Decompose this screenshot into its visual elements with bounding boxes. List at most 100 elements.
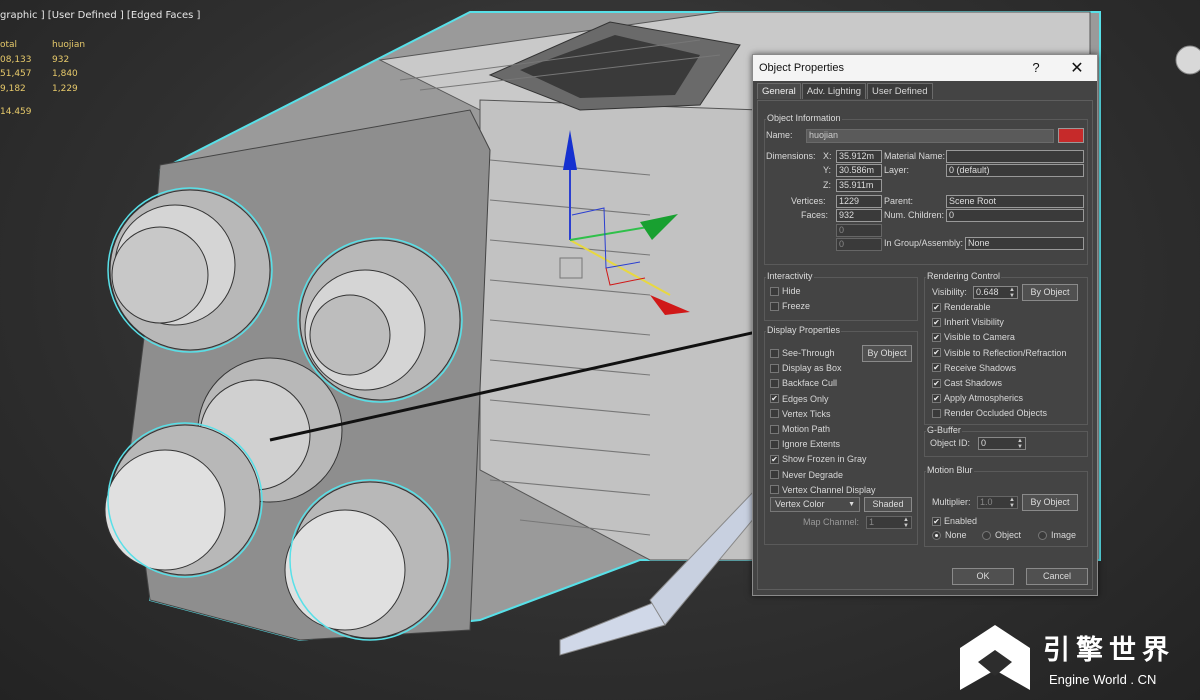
checkbox-box: ✔: [932, 516, 941, 526]
layer-field[interactable]: 0 (default): [946, 164, 1084, 177]
help-button[interactable]: ?: [1029, 60, 1043, 75]
motion-blur-enabled-checkbox[interactable]: ✔ Enabled: [932, 515, 977, 527]
shaded-button[interactable]: Shaded: [864, 497, 912, 512]
parent-label: Parent:: [884, 196, 914, 206]
visibility-label: Visibility:: [932, 287, 967, 297]
tab-adv-lighting[interactable]: Adv. Lighting: [801, 83, 867, 99]
option-checkbox[interactable]: Motion Path: [770, 423, 830, 435]
tab-user-defined[interactable]: User Defined: [867, 83, 933, 99]
radio-dot: [932, 530, 941, 540]
freeze-checkbox[interactable]: Freeze: [770, 300, 810, 312]
option-checkbox[interactable]: ✔ Visible to Reflection/Refraction: [932, 347, 1066, 359]
checkbox-box: [770, 439, 779, 449]
radio-object[interactable]: Object: [982, 530, 1021, 540]
checkbox-label: Cast Shadows: [944, 378, 1003, 388]
group-assembly-field[interactable]: None: [965, 237, 1084, 250]
radio-dot: [982, 530, 991, 540]
option-checkbox[interactable]: ✔ Cast Shadows: [932, 377, 1002, 389]
material-name-label: Material Name:: [884, 151, 946, 161]
rendering-by-object-button[interactable]: By Object: [1022, 284, 1078, 301]
group-label: Interactivity: [766, 271, 814, 281]
dialog-titlebar[interactable]: Object Properties ? ✕: [753, 55, 1097, 81]
stat-value: 1,840: [52, 69, 78, 79]
name-field[interactable]: huojian: [806, 129, 1054, 143]
option-checkbox[interactable]: Backface Cull: [770, 377, 837, 389]
spinner-arrows-icon[interactable]: ▲ ▼: [1017, 438, 1023, 450]
checkbox-label: Inherit Visibility: [944, 317, 1004, 328]
checkbox-box: [770, 470, 779, 480]
dimension-y-field[interactable]: 30.586m: [836, 164, 882, 177]
radio-label: Object: [995, 530, 1022, 540]
radio-dot: [1038, 530, 1047, 540]
group-label: Display Properties: [766, 325, 842, 335]
spinner-arrows-icon[interactable]: ▲ ▼: [903, 517, 909, 529]
parent-field[interactable]: Scene Root: [946, 195, 1084, 208]
spinner-arrows-icon[interactable]: ▲ ▼: [1009, 287, 1015, 299]
option-checkbox[interactable]: Ignore Extents: [770, 438, 840, 450]
option-checkbox[interactable]: ✔ Inherit Visibility: [932, 316, 1004, 328]
option-checkbox[interactable]: Vertex Channel Display: [770, 484, 876, 496]
checkbox-box: ✔: [932, 348, 941, 358]
option-checkbox[interactable]: Never Degrade: [770, 469, 843, 481]
group-label: Motion Blur: [926, 465, 974, 475]
option-checkbox[interactable]: ✔ Renderable: [932, 301, 991, 313]
vertices-field[interactable]: 1229: [836, 195, 882, 208]
stat-label: otal: [0, 40, 18, 50]
object-id-spinner[interactable]: 0 ▲ ▼: [978, 437, 1026, 450]
stat-value: 08,133: [0, 54, 32, 65]
checkbox-box: ✔: [932, 393, 941, 403]
multiplier-spinner[interactable]: 1.0 ▲ ▼: [977, 496, 1018, 509]
faces-field[interactable]: 932: [836, 209, 882, 222]
visibility-spinner[interactable]: 0.648 ▲ ▼: [973, 286, 1018, 299]
option-checkbox[interactable]: ✔ Visible to Camera: [932, 331, 1015, 343]
option-checkbox[interactable]: See-Through: [770, 347, 835, 359]
stat-value: 1,229: [52, 83, 78, 94]
viewport-label[interactable]: graphic ] [User Defined ] [Edged Faces ]: [0, 10, 200, 21]
object-properties-dialog: Object Properties ? ✕ General Adv. Light…: [752, 54, 1098, 596]
material-name-field[interactable]: [946, 150, 1084, 163]
checkbox-label: Enabled: [944, 516, 978, 526]
cancel-button[interactable]: Cancel: [1026, 568, 1088, 585]
map-channel-label: Map Channel:: [803, 517, 860, 527]
dimension-z-field[interactable]: 35.911m: [836, 179, 882, 192]
close-icon[interactable]: ✕: [1069, 58, 1085, 78]
radio-image[interactable]: Image: [1038, 530, 1076, 540]
option-checkbox[interactable]: Display as Box: [770, 362, 842, 374]
option-checkbox[interactable]: ✔ Edges Only: [770, 393, 829, 405]
ok-button[interactable]: OK: [952, 568, 1014, 585]
option-checkbox[interactable]: Vertex Ticks: [770, 408, 831, 420]
viewport-3d[interactable]: graphic ] [User Defined ] [Edged Faces ]…: [0, 0, 1200, 700]
motion-blur-by-object-button[interactable]: By Object: [1022, 494, 1078, 511]
checkbox-label: Show Frozen in Gray: [782, 454, 867, 465]
display-by-object-button[interactable]: By Object: [862, 345, 912, 362]
option-checkbox[interactable]: ✔ Show Frozen in Gray: [770, 453, 867, 465]
option-checkbox[interactable]: ✔ Apply Atmospherics: [932, 392, 1023, 404]
radio-none[interactable]: None: [932, 530, 967, 540]
x-label: X:: [823, 151, 832, 161]
vertex-color-dropdown[interactable]: Vertex Color ▼: [770, 497, 860, 512]
group-label: Rendering Control: [926, 271, 1002, 281]
option-checkbox[interactable]: Render Occluded Objects: [932, 407, 1047, 419]
checkbox-label: Hide: [782, 286, 801, 296]
option-checkbox[interactable]: ✔ Receive Shadows: [932, 362, 1016, 374]
spinner-value: 1.0: [980, 497, 993, 507]
group-label: G-Buffer: [926, 425, 962, 435]
hide-checkbox[interactable]: Hide: [770, 285, 801, 297]
map-channel-spinner[interactable]: 1 ▲ ▼: [866, 516, 912, 529]
dimension-x-field[interactable]: 35.912m: [836, 150, 882, 163]
name-label: Name:: [766, 130, 793, 140]
checkbox-label: Visible to Camera: [944, 332, 1015, 343]
num-children-field[interactable]: 0: [946, 209, 1084, 222]
checkbox-label: Motion Path: [782, 424, 831, 434]
checkbox-label: Visible to Reflection/Refraction: [944, 347, 1067, 358]
object-color-swatch[interactable]: [1058, 128, 1084, 143]
spinner-arrows-icon[interactable]: ▲ ▼: [1009, 497, 1015, 509]
checkbox-label: Backface Cull: [782, 378, 838, 389]
chevron-down-icon: ▼: [848, 501, 855, 508]
watermark-text-cn: 引擎世界: [1043, 635, 1175, 666]
faces-label: Faces:: [801, 210, 829, 220]
tab-general[interactable]: General: [757, 83, 801, 99]
tab-bar: General Adv. Lighting User Defined: [757, 83, 934, 100]
stat-fps: 14.459: [0, 107, 32, 117]
radio-label: Image: [1051, 530, 1077, 540]
